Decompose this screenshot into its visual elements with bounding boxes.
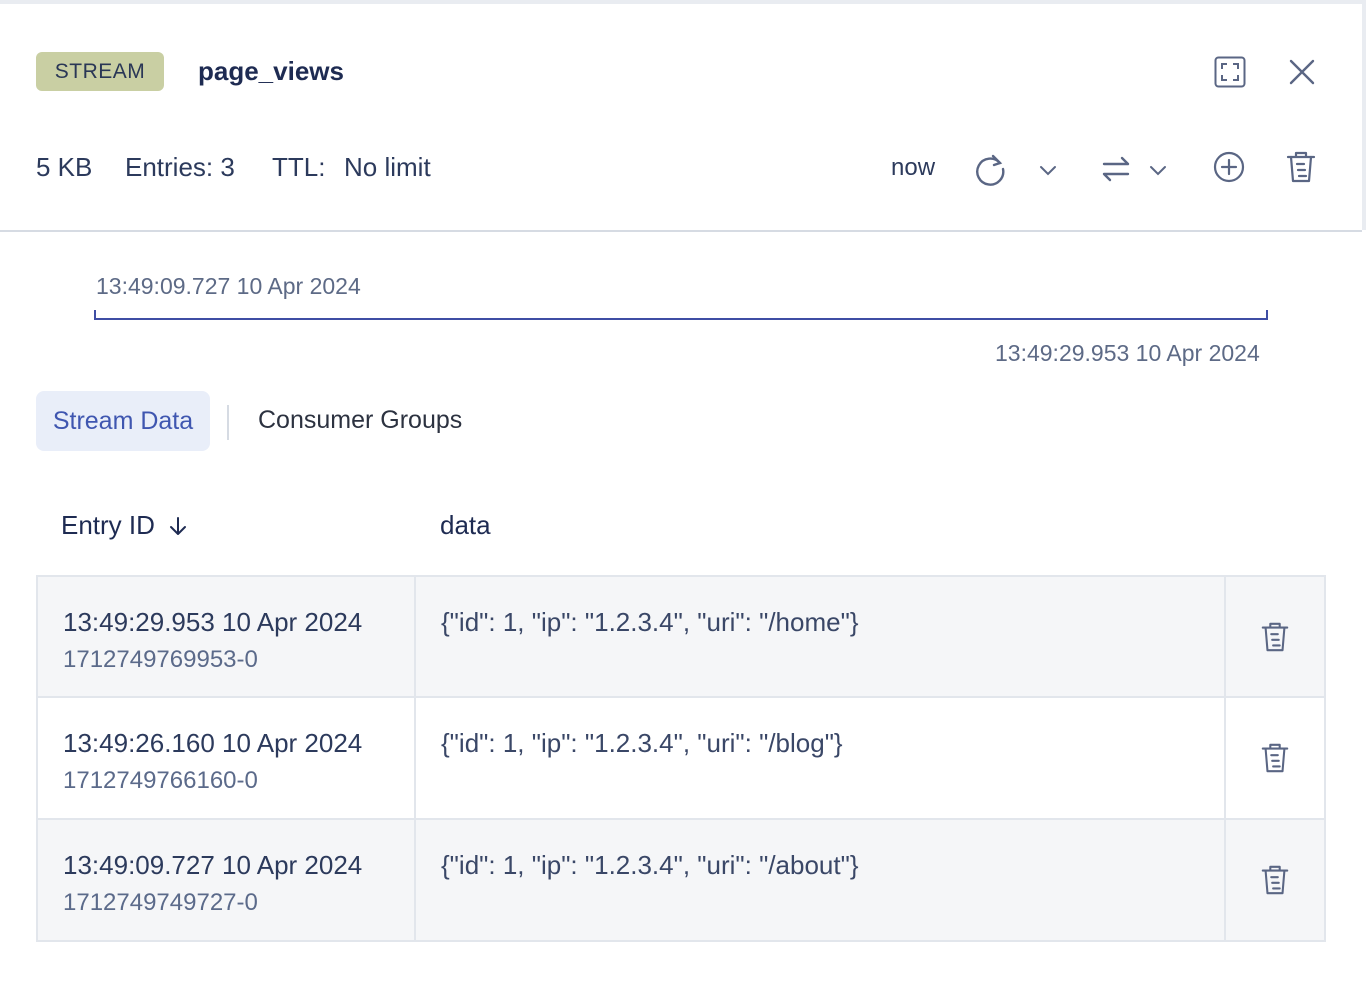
delete-entry-button[interactable] [1226,820,1324,940]
entries-count: Entries: 3 [125,152,235,182]
entry-data-cell[interactable]: {"id": 1, "ip": "1.2.3.4", "uri": "/blog… [416,698,1226,818]
column-header-entry-id[interactable]: Entry ID [61,510,189,541]
close-button[interactable] [1284,54,1320,90]
entry-id-cell: 13:49:29.953 10 Apr 2024 1712749769953-0 [38,577,416,696]
table-row: 13:49:26.160 10 Apr 2024 1712749766160-0… [38,696,1324,818]
range-filter-bar[interactable] [94,310,1268,320]
entry-timestamp: 13:49:26.160 10 Apr 2024 [63,728,363,758]
last-refresh-label: now [891,154,936,181]
key-size: 5 KB [36,152,93,182]
table-row: 13:49:29.953 10 Apr 2024 1712749769953-0… [38,577,1324,696]
entry-id: 1712749769953-0 [63,646,258,673]
range-start-label: 13:49:09.727 10 Apr 2024 [96,273,361,299]
trash-icon [1286,151,1316,183]
tab-divider [227,405,229,440]
refresh-button[interactable] [970,149,1010,189]
stream-entries-table: 13:49:29.953 10 Apr 2024 1712749769953-0… [36,575,1326,942]
trash-icon [1261,743,1289,773]
ttl-label: TTL: [272,152,326,182]
right-border [1362,0,1366,230]
key-type-badge: STREAM [36,52,164,91]
range-end-label: 13:49:29.953 10 Apr 2024 [995,340,1260,366]
ttl-value[interactable]: No limit [344,152,431,183]
entry-data-cell[interactable]: {"id": 1, "ip": "1.2.3.4", "uri": "/abou… [416,820,1226,940]
refresh-icon [976,154,1005,186]
key-name: page_views [198,56,344,86]
close-icon [1289,59,1315,85]
add-entry-button[interactable] [1209,147,1249,187]
sort-order-button[interactable] [1096,149,1136,189]
arrow-down-icon [169,516,186,535]
trash-icon [1261,622,1289,651]
entry-id: 1712749749727-0 [63,889,258,916]
refresh-options-button[interactable] [1034,156,1062,184]
column-header-data: data [440,510,491,541]
arrows-swap-icon [1102,156,1130,182]
delete-key-button[interactable] [1281,147,1321,187]
plus-circle-icon [1213,151,1245,183]
entry-timestamp: 13:49:29.953 10 Apr 2024 [63,607,363,637]
entry-id: 1712749766160-0 [63,767,258,794]
entry-data-cell[interactable]: {"id": 1, "ip": "1.2.3.4", "uri": "/home… [416,577,1226,696]
tab-consumer-groups[interactable]: Consumer Groups [258,406,462,435]
trash-icon [1261,865,1289,895]
delete-entry-button[interactable] [1226,698,1324,818]
key-header: STREAM page_views 5 KB Entries: 3 TTL: N… [0,4,1362,232]
chevron-down-icon [1150,166,1166,176]
fullscreen-icon [1214,56,1246,88]
entry-id-cell: 13:49:09.727 10 Apr 2024 1712749749727-0 [38,820,416,940]
tab-stream-data[interactable]: Stream Data [36,391,210,451]
entry-timestamp: 13:49:09.727 10 Apr 2024 [63,850,363,880]
table-row: 13:49:09.727 10 Apr 2024 1712749749727-0… [38,818,1324,940]
fullscreen-button[interactable] [1212,54,1248,90]
delete-entry-button[interactable] [1226,577,1324,696]
column-header-label: data [440,510,491,540]
sort-options-button[interactable] [1144,156,1172,184]
column-header-label: Entry ID [61,510,155,540]
chevron-down-icon [1040,166,1056,176]
entry-id-cell: 13:49:26.160 10 Apr 2024 1712749766160-0 [38,698,416,818]
